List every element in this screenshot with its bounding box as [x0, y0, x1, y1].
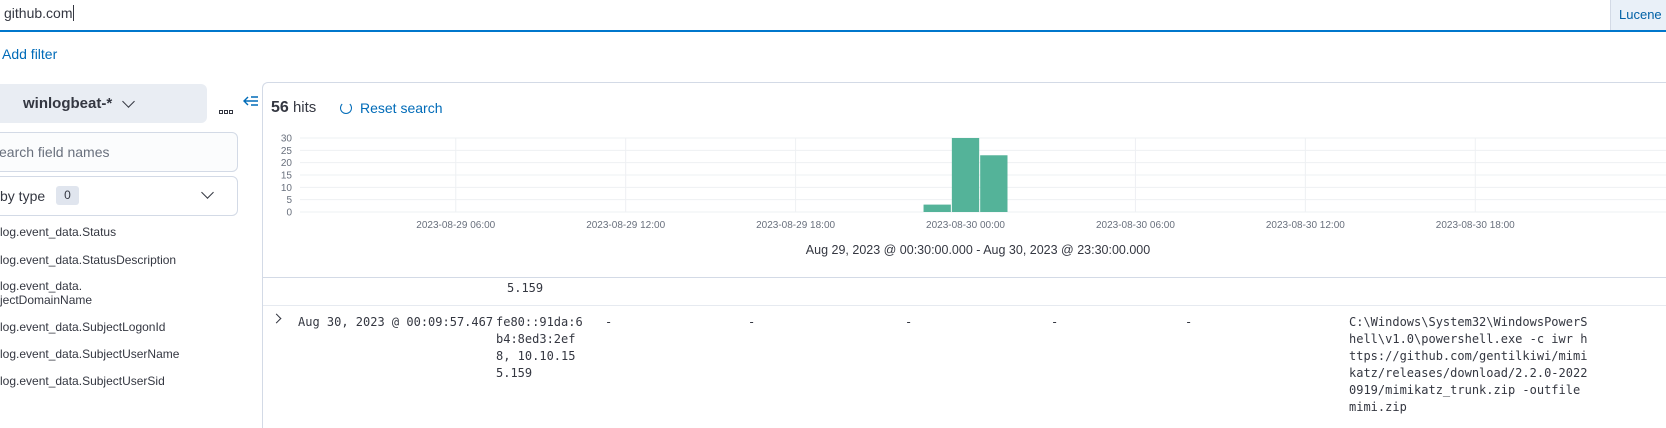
hits-count: 56 hits: [271, 99, 316, 117]
index-pattern-label: winlogbeat-*: [23, 95, 113, 112]
y-tick-label: 10: [281, 183, 293, 194]
row-command-line: C:\Windows\System32\WindowsPowerShell\v1…: [1349, 315, 1588, 414]
index-pattern-selector[interactable]: winlogbeat-*: [0, 84, 207, 123]
query-bar: github.com Lucene: [0, 0, 1666, 32]
field-item[interactable]: log.event_data.SubjectUserName: [0, 347, 179, 361]
row-divider: [263, 305, 1666, 306]
expand-row-icon[interactable]: [271, 313, 282, 324]
text-caret: [73, 5, 75, 21]
hits-number: 56: [271, 99, 289, 116]
field-search-input[interactable]: earch field names: [0, 132, 238, 172]
histogram-bar: [951, 138, 980, 212]
y-tick-label: 25: [281, 146, 293, 157]
y-tick-label: 15: [281, 171, 293, 182]
y-tick-label: 20: [281, 158, 293, 169]
histogram-chart: 0 51015 202530 2023-08-29 06:00 2023-08-29 1…: [281, 134, 1666, 231]
histogram-bar: [923, 204, 951, 212]
x-tick-label: 2023-08-30 18:00: [1436, 220, 1515, 231]
prev-row-fragment: 5.159: [507, 281, 544, 295]
query-text: github.com: [4, 5, 73, 21]
hits-label: hits: [292, 99, 317, 116]
filter-by-type-label: by type: [0, 188, 46, 204]
histogram-bar: [980, 155, 1008, 212]
filter-count-badge: 0: [56, 186, 79, 205]
field-item[interactable]: log.event_data.SubjectLogonId: [0, 320, 165, 334]
row-empty-cell: -: [605, 315, 613, 329]
x-tick-label: 2023-08-30 12:00: [1266, 220, 1345, 231]
y-tick-label: 30: [281, 134, 293, 145]
field-item[interactable]: log.event_data.StatusDescription: [0, 253, 176, 267]
row-empty-cell: -: [748, 315, 756, 329]
field-item[interactable]: log.event_data.Status: [0, 225, 116, 239]
x-tick-label: 2023-08-29 12:00: [586, 220, 665, 231]
y-tick-label: 0: [286, 208, 292, 219]
filter-by-type-button[interactable]: by type 0: [0, 176, 238, 216]
field-item[interactable]: log.event_data.SubjectUserSid: [0, 374, 165, 388]
query-language-button[interactable]: Lucene: [1610, 0, 1666, 30]
x-tick-label: 2023-08-29 18:00: [756, 220, 835, 231]
x-tick-label: 2023-08-30 06:00: [1096, 220, 1175, 231]
more-options-icon[interactable]: [219, 101, 235, 114]
chart-divider: [263, 277, 1666, 278]
collapse-sidebar-icon[interactable]: [243, 94, 259, 108]
row-timestamp: Aug 30, 2023 @ 00:09:57.467: [298, 315, 494, 329]
reset-search-button[interactable]: Reset search: [340, 100, 442, 116]
search-placeholder: earch field names: [0, 144, 110, 160]
time-range-label: Aug 29, 2023 @ 00:30:00.000 - Aug 30, 20…: [805, 243, 1151, 257]
chevron-down-icon: [122, 95, 135, 108]
field-item[interactable]: jectDomainName: [0, 293, 92, 307]
refresh-icon: [340, 102, 352, 114]
row-empty-cell: -: [905, 315, 913, 329]
y-tick-label: 5: [286, 195, 292, 206]
row-empty-cell: -: [1051, 315, 1059, 329]
row-empty-cell: -: [1185, 315, 1193, 329]
results-panel: 56 hits Reset search 0 5 10 15 20 25 30 2023-08…: [262, 82, 1666, 428]
x-tick-label: 2023-08-30 00:00: [926, 220, 1005, 231]
field-item[interactable]: log.event_data.: [0, 279, 82, 293]
add-filter-link[interactable]: Add filter: [2, 46, 57, 62]
field-sidebar: winlogbeat-* earch field names by type 0…: [0, 80, 262, 428]
chevron-down-icon: [201, 186, 214, 199]
row-source-ip: fe80::91da:6b4:8ed3:2ef8, 10.10.155.159: [496, 315, 583, 380]
reset-search-label: Reset search: [360, 100, 443, 116]
query-input[interactable]: github.com: [4, 5, 75, 21]
x-tick-label: 2023-08-29 06:00: [416, 220, 495, 231]
